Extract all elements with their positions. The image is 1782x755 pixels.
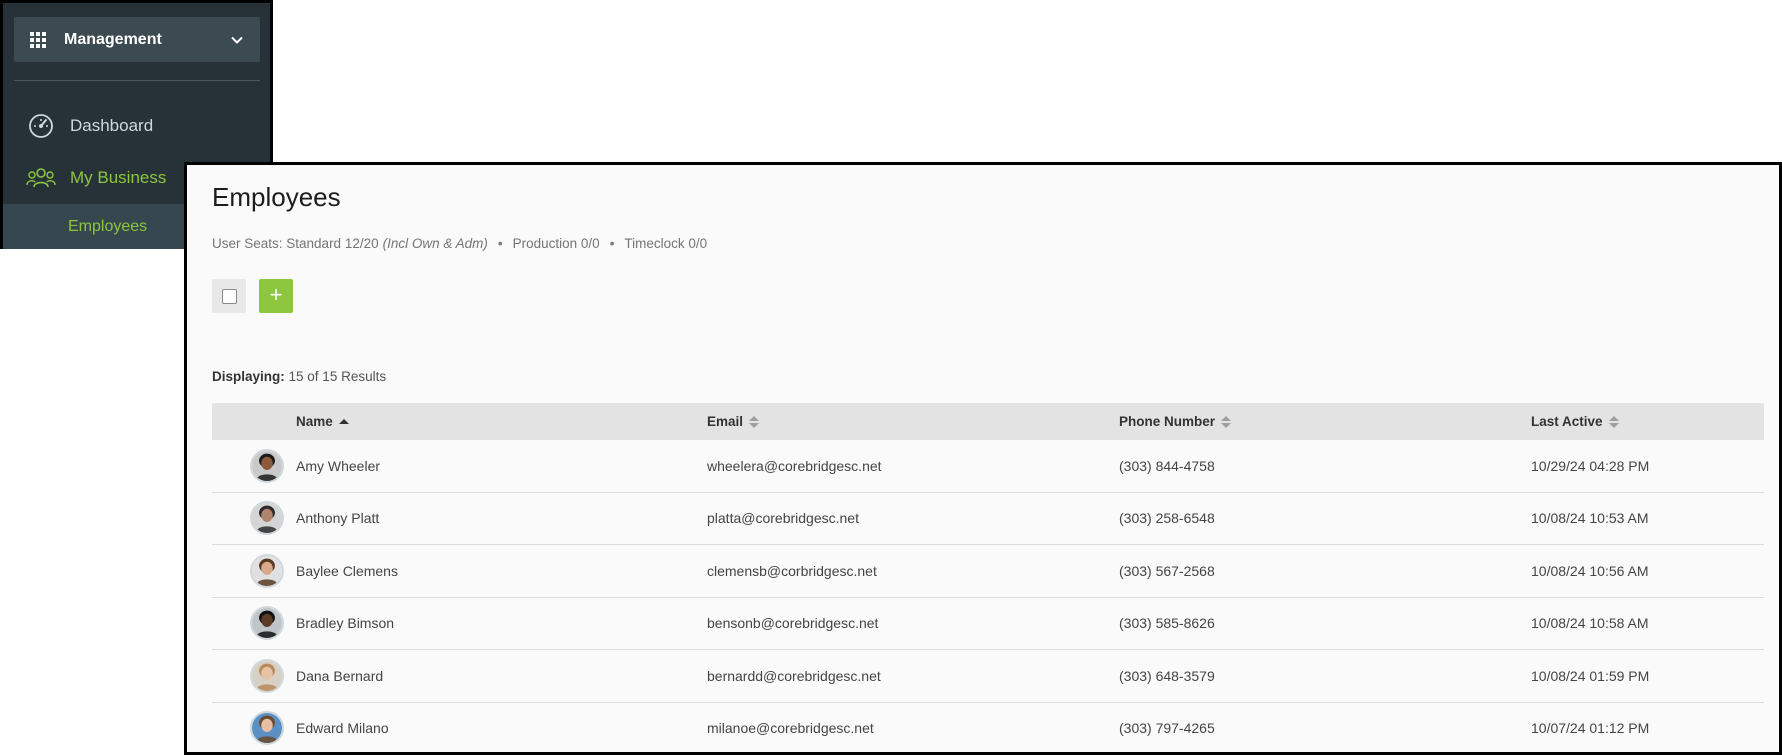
- sidebar-divider: [14, 80, 260, 81]
- employee-phone: (303) 585-8626: [1119, 615, 1215, 632]
- table-row[interactable]: Anthony Platt platta@corebridgesc.net (303…: [212, 493, 1764, 545]
- column-header-phone[interactable]: Phone Number: [1119, 414, 1232, 429]
- column-header-email[interactable]: Email: [707, 414, 760, 429]
- employee-phone: (303) 797-4265: [1119, 720, 1215, 737]
- avatar: [250, 598, 284, 650]
- employee-name: Edward Milano: [296, 720, 389, 737]
- avatar-photo: [250, 448, 284, 483]
- sidebar-item-label: Employees: [68, 217, 148, 235]
- sort-ascending-icon: [338, 419, 349, 424]
- employee-email: bernardd@corebridgesc.net: [707, 667, 881, 684]
- user-seats-summary: User Seats: Standard 12/20 (Incl Own & A…: [212, 236, 707, 251]
- dashboard-gauge-icon: [29, 114, 53, 138]
- sort-icon: [1221, 415, 1232, 428]
- employee-last-active: 10/08/24 01:59 PM: [1531, 667, 1650, 684]
- production-seats: Production 0/0: [512, 236, 600, 251]
- avatar-photo: [250, 711, 284, 746]
- employee-email: clemensb@corbridgesc.net: [707, 562, 877, 579]
- column-header-name[interactable]: Name: [296, 414, 349, 429]
- avatar: [250, 440, 284, 492]
- sidebar-item-dashboard[interactable]: Dashboard: [3, 103, 270, 149]
- avatar-photo: [250, 501, 284, 536]
- employee-phone: (303) 258-6548: [1119, 510, 1215, 527]
- employee-last-active: 10/08/24 10:53 AM: [1531, 510, 1649, 527]
- employee-phone: (303) 844-4758: [1119, 457, 1215, 474]
- avatar: [250, 545, 284, 597]
- sidebar-item-label: Dashboard: [70, 116, 154, 135]
- timeclock-seats: Timeclock 0/0: [624, 236, 708, 251]
- column-header-last-active[interactable]: Last Active: [1531, 414, 1619, 429]
- employee-name: Anthony Platt: [296, 510, 380, 527]
- avatar: [250, 493, 284, 545]
- management-menu-button[interactable]: Management: [14, 17, 260, 62]
- employee-name: Baylee Clemens: [296, 562, 398, 579]
- sort-icon: [1608, 415, 1619, 428]
- table-row[interactable]: Bradley Bimson bensonb@corebridgesc.net (3…: [212, 598, 1764, 650]
- employee-email: platta@corebridgesc.net: [707, 510, 859, 527]
- seats-note: (Incl Own & Adm): [382, 236, 488, 251]
- separator-dot: •: [609, 236, 615, 251]
- seats-text: User Seats: Standard 12/20: [212, 236, 379, 251]
- displaying-label: Displaying:: [212, 369, 285, 384]
- people-group-icon: [26, 168, 56, 188]
- table-row[interactable]: Amy Wheeler wheelera@corebridgesc.net (303…: [212, 440, 1764, 493]
- employee-phone: (303) 648-3579: [1119, 667, 1215, 684]
- employees-panel: Employees User Seats: Standard 12/20 (In…: [184, 162, 1782, 755]
- employee-last-active: 10/07/24 01:12 PM: [1531, 720, 1650, 737]
- page-title: Employees: [212, 182, 341, 212]
- table-row[interactable]: Edward Milano milanoe@corebridgesc.net (30…: [212, 703, 1764, 753]
- employees-table: Name Email Phone Number Last Active Amy …: [212, 403, 1764, 753]
- employee-name: Amy Wheeler: [296, 457, 381, 474]
- avatar-photo: [250, 658, 284, 693]
- sort-icon: [749, 415, 760, 428]
- employee-last-active: 10/29/24 04:28 PM: [1531, 457, 1650, 474]
- employee-name: Dana Bernard: [296, 667, 384, 684]
- add-employee-button[interactable]: +: [259, 279, 293, 313]
- separator-dot: •: [497, 236, 503, 251]
- management-label: Management: [64, 30, 162, 48]
- results-count: Displaying: 15 of 15 Results: [212, 369, 386, 384]
- avatar-photo: [250, 606, 284, 641]
- employee-email: bensonb@corebridgesc.net: [707, 615, 879, 632]
- employee-email: milanoe@corebridgesc.net: [707, 720, 874, 737]
- table-row[interactable]: Dana Bernard bernardd@corebridgesc.net (30…: [212, 650, 1764, 703]
- employee-last-active: 10/08/24 10:58 AM: [1531, 615, 1649, 632]
- avatar-photo: [250, 553, 284, 588]
- sidebar-item-label: My Business: [70, 168, 167, 187]
- select-all-checkbox[interactable]: [212, 279, 246, 313]
- table-header: Name Email Phone Number Last Active: [212, 403, 1764, 440]
- chevron-down-icon: [231, 36, 243, 44]
- displaying-value: 15 of 15 Results: [288, 369, 387, 384]
- employee-name: Bradley Bimson: [296, 615, 395, 632]
- apps-grid-icon: [30, 31, 46, 48]
- table-row[interactable]: Baylee Clemens clemensb@corbridgesc.net (3…: [212, 545, 1764, 598]
- avatar: [250, 650, 284, 702]
- table-body: Amy Wheeler wheelera@corebridgesc.net (303…: [212, 440, 1764, 753]
- employee-phone: (303) 567-2568: [1119, 562, 1215, 579]
- employee-last-active: 10/08/24 10:56 AM: [1531, 562, 1649, 579]
- employee-email: wheelera@corebridgesc.net: [707, 457, 882, 474]
- avatar: [250, 703, 284, 753]
